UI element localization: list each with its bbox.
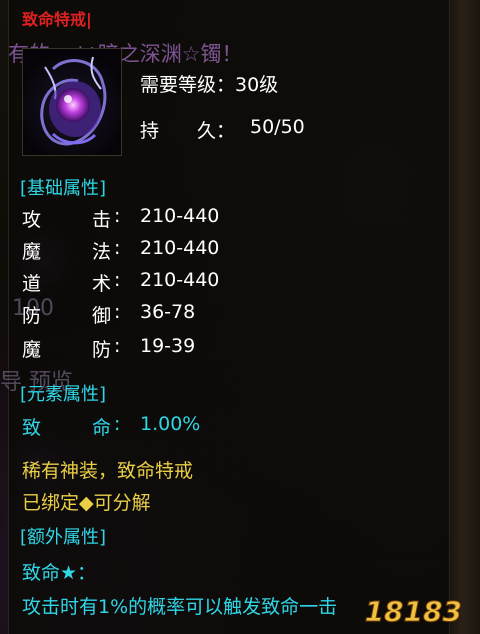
stat-label: 道 — [22, 273, 42, 295]
rarity-text: 稀有神装，致命特戒 — [22, 460, 194, 482]
stat-value: 1.00% — [140, 413, 201, 435]
stat-row-magic: 魔法: 210-440 — [22, 237, 220, 263]
stat-label: 防 — [22, 305, 42, 327]
stat-label: 术 — [92, 273, 112, 295]
stat-value: 210-440 — [140, 205, 220, 227]
stat-row-critical: 致命: 1.00% — [22, 413, 201, 439]
stat-row-tao: 道术: 210-440 — [22, 269, 220, 295]
stat-row-attack: 攻击: 210-440 — [22, 205, 220, 231]
stat-row-defense: 防御: 36-78 — [22, 301, 196, 327]
item-name: 致命特戒| — [22, 10, 92, 29]
bracelet-icon — [40, 56, 107, 146]
item-icon-bracelet — [22, 48, 122, 156]
stat-label: 防 — [92, 339, 112, 361]
watermark-logo: 18183 — [364, 586, 472, 630]
bind-status-text: 已绑定◆可分解 — [22, 492, 151, 514]
stat-label: 击 — [92, 209, 112, 231]
watermark-text: 18183 — [364, 595, 462, 629]
stat-label: 御 — [92, 305, 112, 327]
durability-value: 50/50 — [250, 116, 305, 138]
section-extra-attributes: [额外属性] — [20, 527, 107, 548]
stat-label: 魔 — [22, 241, 42, 263]
section-base-attributes: [基础属性] — [20, 178, 107, 199]
extra-stat-title: 致命★： — [22, 562, 97, 584]
stat-label: 致 — [22, 417, 42, 439]
stat-value: 210-440 — [140, 269, 220, 291]
stat-value: 19-39 — [140, 335, 196, 357]
stat-value: 210-440 — [140, 237, 220, 259]
stat-value: 36-78 — [140, 301, 196, 323]
window-frame-right — [449, 0, 480, 634]
durability-label: 持 久： — [140, 120, 236, 142]
extra-stat-description: 攻击时有1%的概率可以触发致命一击 — [22, 596, 338, 618]
stat-label: 攻 — [22, 209, 42, 231]
section-element-attributes: [元素属性] — [20, 384, 107, 405]
stat-label: 魔 — [22, 339, 42, 361]
stat-row-magic-defense: 魔防: 19-39 — [22, 335, 196, 361]
level-requirement: 需要等级：30级 — [140, 74, 279, 96]
stat-label: 命 — [92, 417, 112, 439]
stat-label: 法 — [92, 241, 112, 263]
